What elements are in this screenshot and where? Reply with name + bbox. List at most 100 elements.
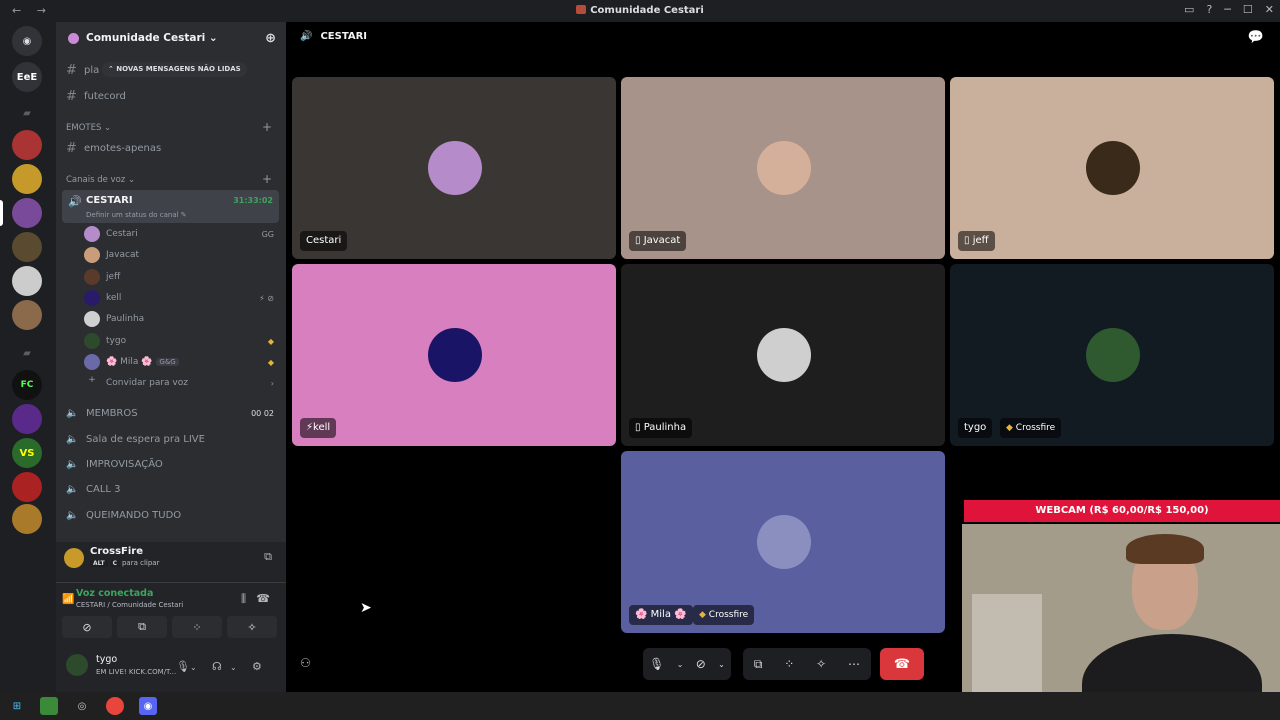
user-info[interactable]: tygo EM LIVE! KICK.COM/T... 🎙 ⌄ ☊ ⌄ ⚙ [56, 646, 286, 692]
add-channel-icon[interactable]: + [262, 172, 272, 186]
more-icon[interactable]: ⋯ [848, 657, 860, 671]
activities-button[interactable]: ⁘ [172, 616, 222, 638]
voice-user[interactable]: tygo ◆ [84, 332, 274, 350]
windows-start-icon[interactable]: ⊞ [8, 697, 26, 715]
voice-user[interactable]: Cestari GG [84, 225, 274, 243]
chevron-down-icon[interactable]: ⌄ [230, 663, 237, 672]
minimize-button[interactable]: ─ [1224, 3, 1231, 16]
voice-user[interactable]: 🌸 Mila 🌸 G&G ◆ [84, 353, 274, 371]
voice-channel-queimando[interactable]: 🔈 QUEIMANDO TUDO [66, 505, 274, 525]
help-icon[interactable]: ? [1206, 3, 1212, 16]
chrome-icon[interactable] [106, 697, 124, 715]
inbox-icon[interactable]: ▭ [1184, 3, 1194, 16]
server-header[interactable]: Comunidade Cestari ⌄ ⊕ [56, 22, 286, 56]
microphone-icon[interactable]: 🎙 [649, 657, 664, 671]
new-messages-pill[interactable]: ⌃ NOVAS MENSAGENS NÃO LIDAS [102, 62, 247, 77]
clip-label: para clipar [121, 559, 160, 567]
voice-channel-improvisacao[interactable]: 🔈 IMPROVISAÇÃO [66, 454, 274, 474]
avatar [1086, 141, 1140, 195]
hash-icon: # [66, 140, 77, 156]
participant-name: Cestari [300, 231, 348, 251]
chat-icon[interactable]: 💬 [1248, 30, 1264, 45]
server-icon-6[interactable] [12, 300, 42, 330]
chevron-down-icon[interactable]: ⌄ [718, 660, 725, 669]
participant-tile[interactable]: ⚡kell [292, 264, 616, 446]
avatar [757, 328, 811, 382]
clip-hint: ALT Cpara clipar [90, 559, 159, 567]
server-icon-8[interactable] [12, 404, 42, 434]
server-icon-11[interactable] [12, 504, 42, 534]
channel-pla[interactable]: # pla [66, 60, 99, 80]
share-screen-icon: ⧉ [138, 620, 146, 633]
server-vs-icon[interactable]: VS [12, 438, 42, 468]
participant-tile[interactable]: ▯ jeff [950, 77, 1274, 259]
server-eee-icon[interactable]: EeE [12, 62, 42, 92]
server-icon-5[interactable] [12, 266, 42, 296]
category-emotes[interactable]: EMOTES ⌄ + [66, 120, 272, 134]
channel-emotes-apenas[interactable]: # emotes-apenas [66, 138, 161, 158]
invite-people-icon[interactable]: ⚇ [300, 656, 311, 670]
taskbar-app-obs[interactable]: ◎ [73, 697, 91, 715]
category-voice[interactable]: Canais de voz ⌄ + [66, 172, 272, 186]
invite-to-voice[interactable]: + Convidar para voz › [84, 374, 274, 392]
discord-home-icon[interactable]: ◉ [12, 26, 42, 56]
voice-user[interactable]: kell ⚡ ⊘ [84, 289, 274, 307]
taskbar-app-1[interactable] [40, 697, 58, 715]
chevron-down-icon[interactable]: ⌄ [677, 660, 684, 669]
camera-button[interactable]: ⊘ [62, 616, 112, 638]
soundboard-button[interactable]: ✧ [227, 616, 277, 638]
folder-icon[interactable]: ▰ [12, 98, 42, 128]
folder-icon-2[interactable]: ▰ [12, 338, 42, 368]
add-channel-icon[interactable]: + [262, 120, 272, 134]
server-icon-4[interactable] [12, 232, 42, 262]
channel-futecord[interactable]: # futecord [66, 86, 126, 106]
headphones-icon[interactable]: ☊ [212, 660, 222, 673]
voice-channel-membros[interactable]: 🔈 MEMBROS 00 02 [66, 403, 274, 423]
participant-label: ▯ Javacat [629, 231, 687, 251]
noise-suppression-icon[interactable]: ⫼ [241, 592, 246, 606]
disconnect-icon[interactable]: ☎ [256, 592, 270, 605]
channel-label: pla [84, 64, 100, 76]
participant-tile[interactable]: ▯ Javacat [621, 77, 945, 259]
hangup-icon: ☎ [893, 656, 911, 672]
participant-tile[interactable]: Cestari [292, 77, 616, 259]
maximize-button[interactable]: ☐ [1243, 3, 1253, 16]
server-fc-icon[interactable]: FC [12, 370, 42, 400]
server-icon-10[interactable] [12, 472, 42, 502]
server-icon-cestari[interactable] [12, 198, 42, 228]
voice-channel-sala[interactable]: 🔈 Sala de espera pra LIVE [66, 429, 274, 449]
share-screen-icon[interactable]: ⧉ [754, 657, 763, 672]
share-screen-button[interactable]: ⧉ [117, 616, 167, 638]
camera-off-icon[interactable]: ⊘ [696, 657, 706, 671]
participant-tile[interactable]: ▯ Paulinha [621, 264, 945, 446]
server-icon-2[interactable] [12, 164, 42, 194]
chevron-down-icon[interactable]: ⌄ [190, 663, 197, 672]
soundboard-icon[interactable]: ✧ [816, 657, 826, 671]
voice-connected-label[interactable]: Voz conectada [76, 588, 153, 599]
voice-channel-call3[interactable]: 🔈 CALL 3 [66, 479, 274, 499]
close-button[interactable]: ✕ [1265, 3, 1274, 16]
discord-taskbar-icon[interactable]: ◉ [139, 697, 157, 715]
participant-tile[interactable]: 🌸 Mila 🌸 ◆ Crossfire [621, 451, 945, 633]
chevron-right-icon: › [270, 378, 274, 388]
avatar [84, 269, 100, 285]
avatar [428, 328, 482, 382]
participant-tile[interactable]: tygo ◆ Crossfire [950, 264, 1274, 446]
speaker-icon: 🔈 [66, 433, 79, 445]
speaker-icon: 🔊 [68, 195, 82, 208]
voice-user[interactable]: Paulinha [84, 310, 274, 328]
mobile-icon: ▯ [964, 235, 973, 246]
disconnect-button[interactable]: ☎ [880, 648, 924, 680]
voice-user-name: tygo [106, 336, 127, 346]
avatar [66, 654, 88, 676]
voice-status-prompt[interactable]: Definir um status do canal ✎ [86, 211, 187, 219]
microphone-icon[interactable]: 🎙 [176, 660, 190, 673]
activities-icon[interactable]: ⁘ [784, 657, 794, 671]
voice-user[interactable]: Javacat [84, 246, 274, 264]
server-icon-1[interactable] [12, 130, 42, 160]
screen-share-icon[interactable]: ⧉ [264, 550, 272, 564]
voice-user[interactable]: jeff [84, 268, 274, 286]
settings-gear-icon[interactable]: ⚙ [252, 660, 262, 673]
add-member-icon[interactable]: ⊕ [265, 31, 276, 46]
active-voice-channel[interactable]: 🔊 CESTARI 31:33:02 Definir um status do … [62, 190, 279, 223]
